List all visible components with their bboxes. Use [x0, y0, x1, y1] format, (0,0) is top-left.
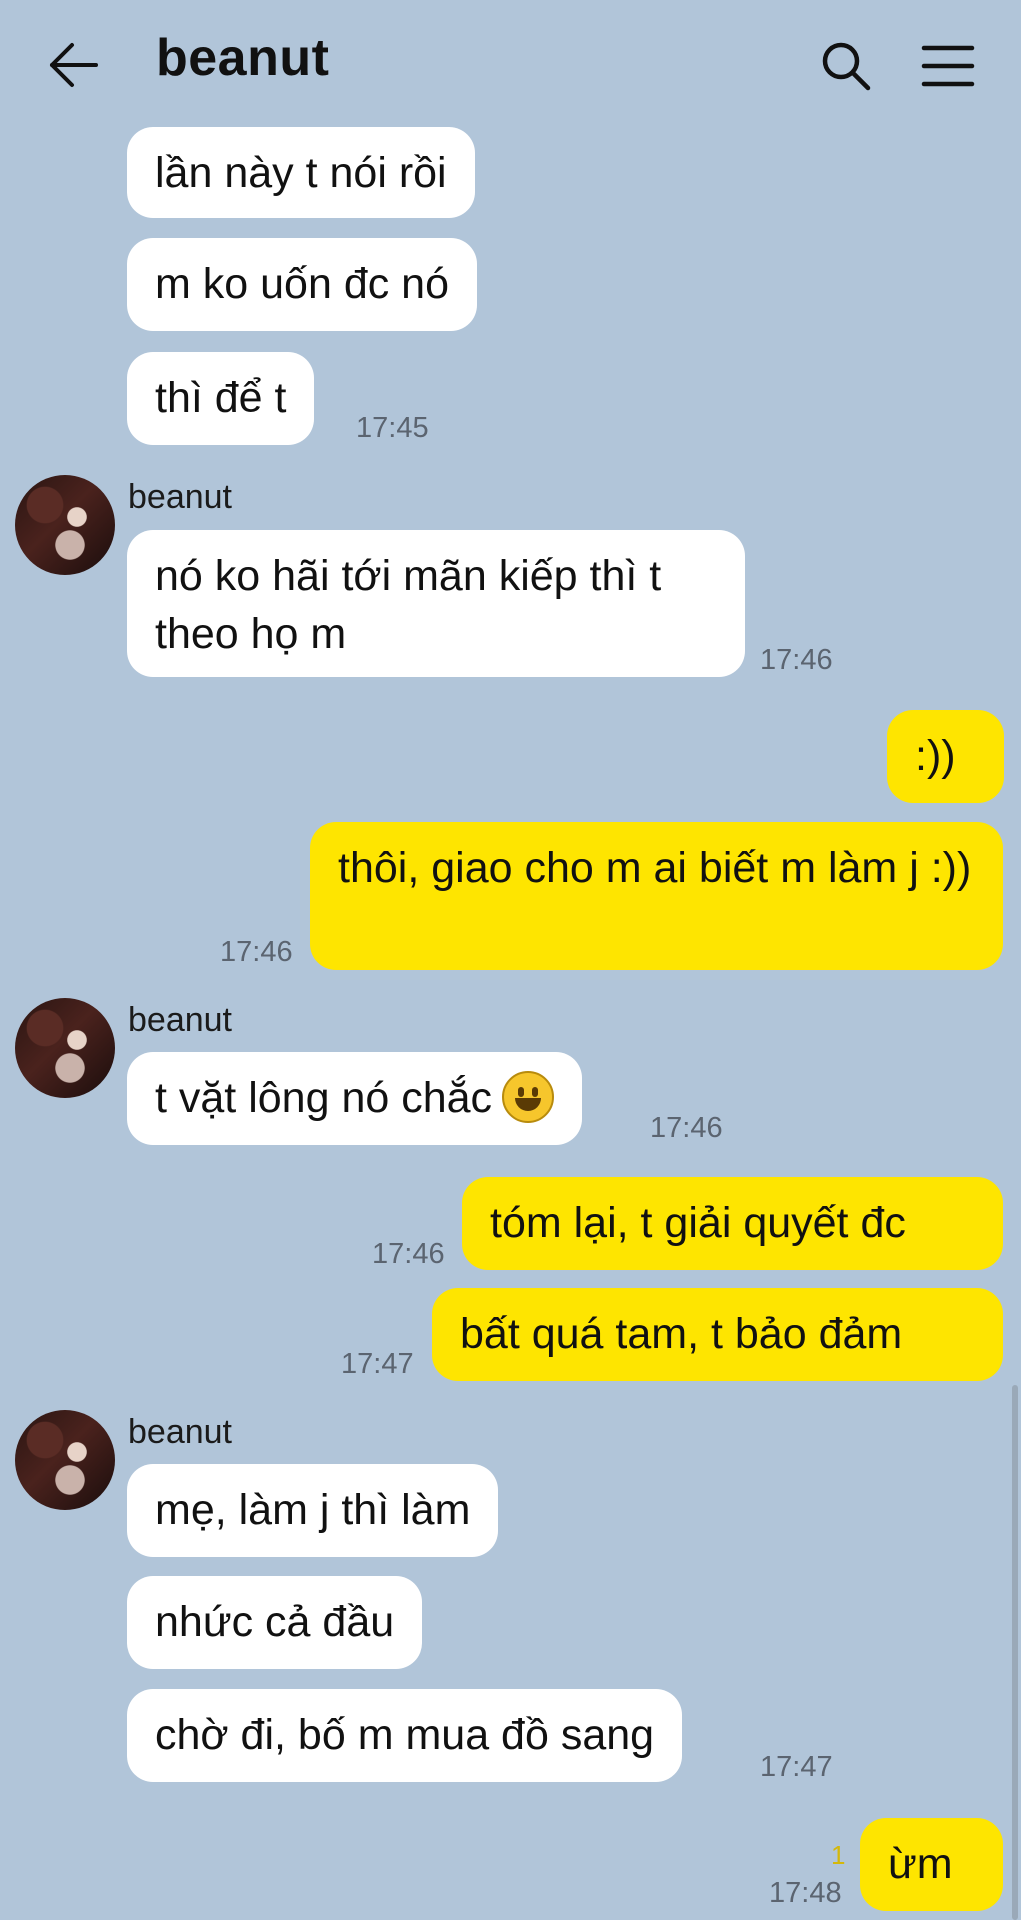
search-icon[interactable] [818, 38, 874, 94]
avatar[interactable] [15, 1410, 115, 1510]
avatar[interactable] [15, 998, 115, 1098]
unread-count: 1 [831, 1840, 846, 1870]
message-bubble-outgoing[interactable]: :)) [887, 710, 1004, 803]
message-timestamp: 17:48 [769, 1877, 842, 1909]
sender-name: beanut [128, 478, 232, 516]
sender-name: beanut [128, 1001, 232, 1039]
chat-title: beanut [156, 29, 330, 87]
message-text: t vặt lông nó chắc [155, 1074, 493, 1122]
message-bubble-incoming[interactable]: thì để t [127, 352, 315, 445]
message-bubble-outgoing[interactable]: ừm [860, 1818, 1003, 1911]
message-bubble-incoming[interactable]: nhức cả đầu [127, 1576, 423, 1669]
message-timestamp: 17:45 [356, 412, 429, 444]
grinning-face-emoji-icon [502, 1070, 555, 1123]
message-bubble-incoming[interactable]: m ko uốn đc nó [127, 238, 478, 331]
avatar[interactable] [15, 475, 115, 575]
message-timestamp: 17:46 [650, 1112, 723, 1144]
back-arrow-icon[interactable] [46, 40, 102, 90]
message-bubble-incoming[interactable]: nó ko hãi tới mãn kiếp thì t theo họ m [127, 530, 745, 677]
menu-icon[interactable] [920, 42, 976, 90]
message-bubble-incoming[interactable]: lần này t nói rồi [127, 127, 475, 218]
message-timestamp: 17:46 [760, 644, 833, 676]
message-timestamp: 17:47 [760, 1751, 833, 1783]
message-bubble-outgoing[interactable]: tóm lại, t giải quyết đc [462, 1177, 1003, 1270]
sender-name: beanut [128, 1413, 232, 1451]
message-bubble-incoming[interactable]: chờ đi, bố m mua đồ sang [127, 1689, 683, 1782]
message-timestamp: 17:46 [220, 936, 293, 968]
message-bubble-outgoing[interactable]: thôi, giao cho m ai biết m làm j :)) [310, 822, 1003, 970]
scrollbar[interactable] [1012, 1385, 1018, 1920]
message-timestamp: 17:47 [341, 1348, 414, 1380]
message-timestamp: 17:46 [372, 1238, 445, 1270]
message-bubble-outgoing[interactable]: bất quá tam, t bảo đảm [432, 1288, 1003, 1381]
message-bubble-incoming[interactable]: t vặt lông nó chắc [127, 1052, 583, 1145]
message-bubble-incoming[interactable]: mẹ, làm j thì làm [127, 1464, 499, 1557]
chat-header: beanut [0, 0, 1021, 130]
